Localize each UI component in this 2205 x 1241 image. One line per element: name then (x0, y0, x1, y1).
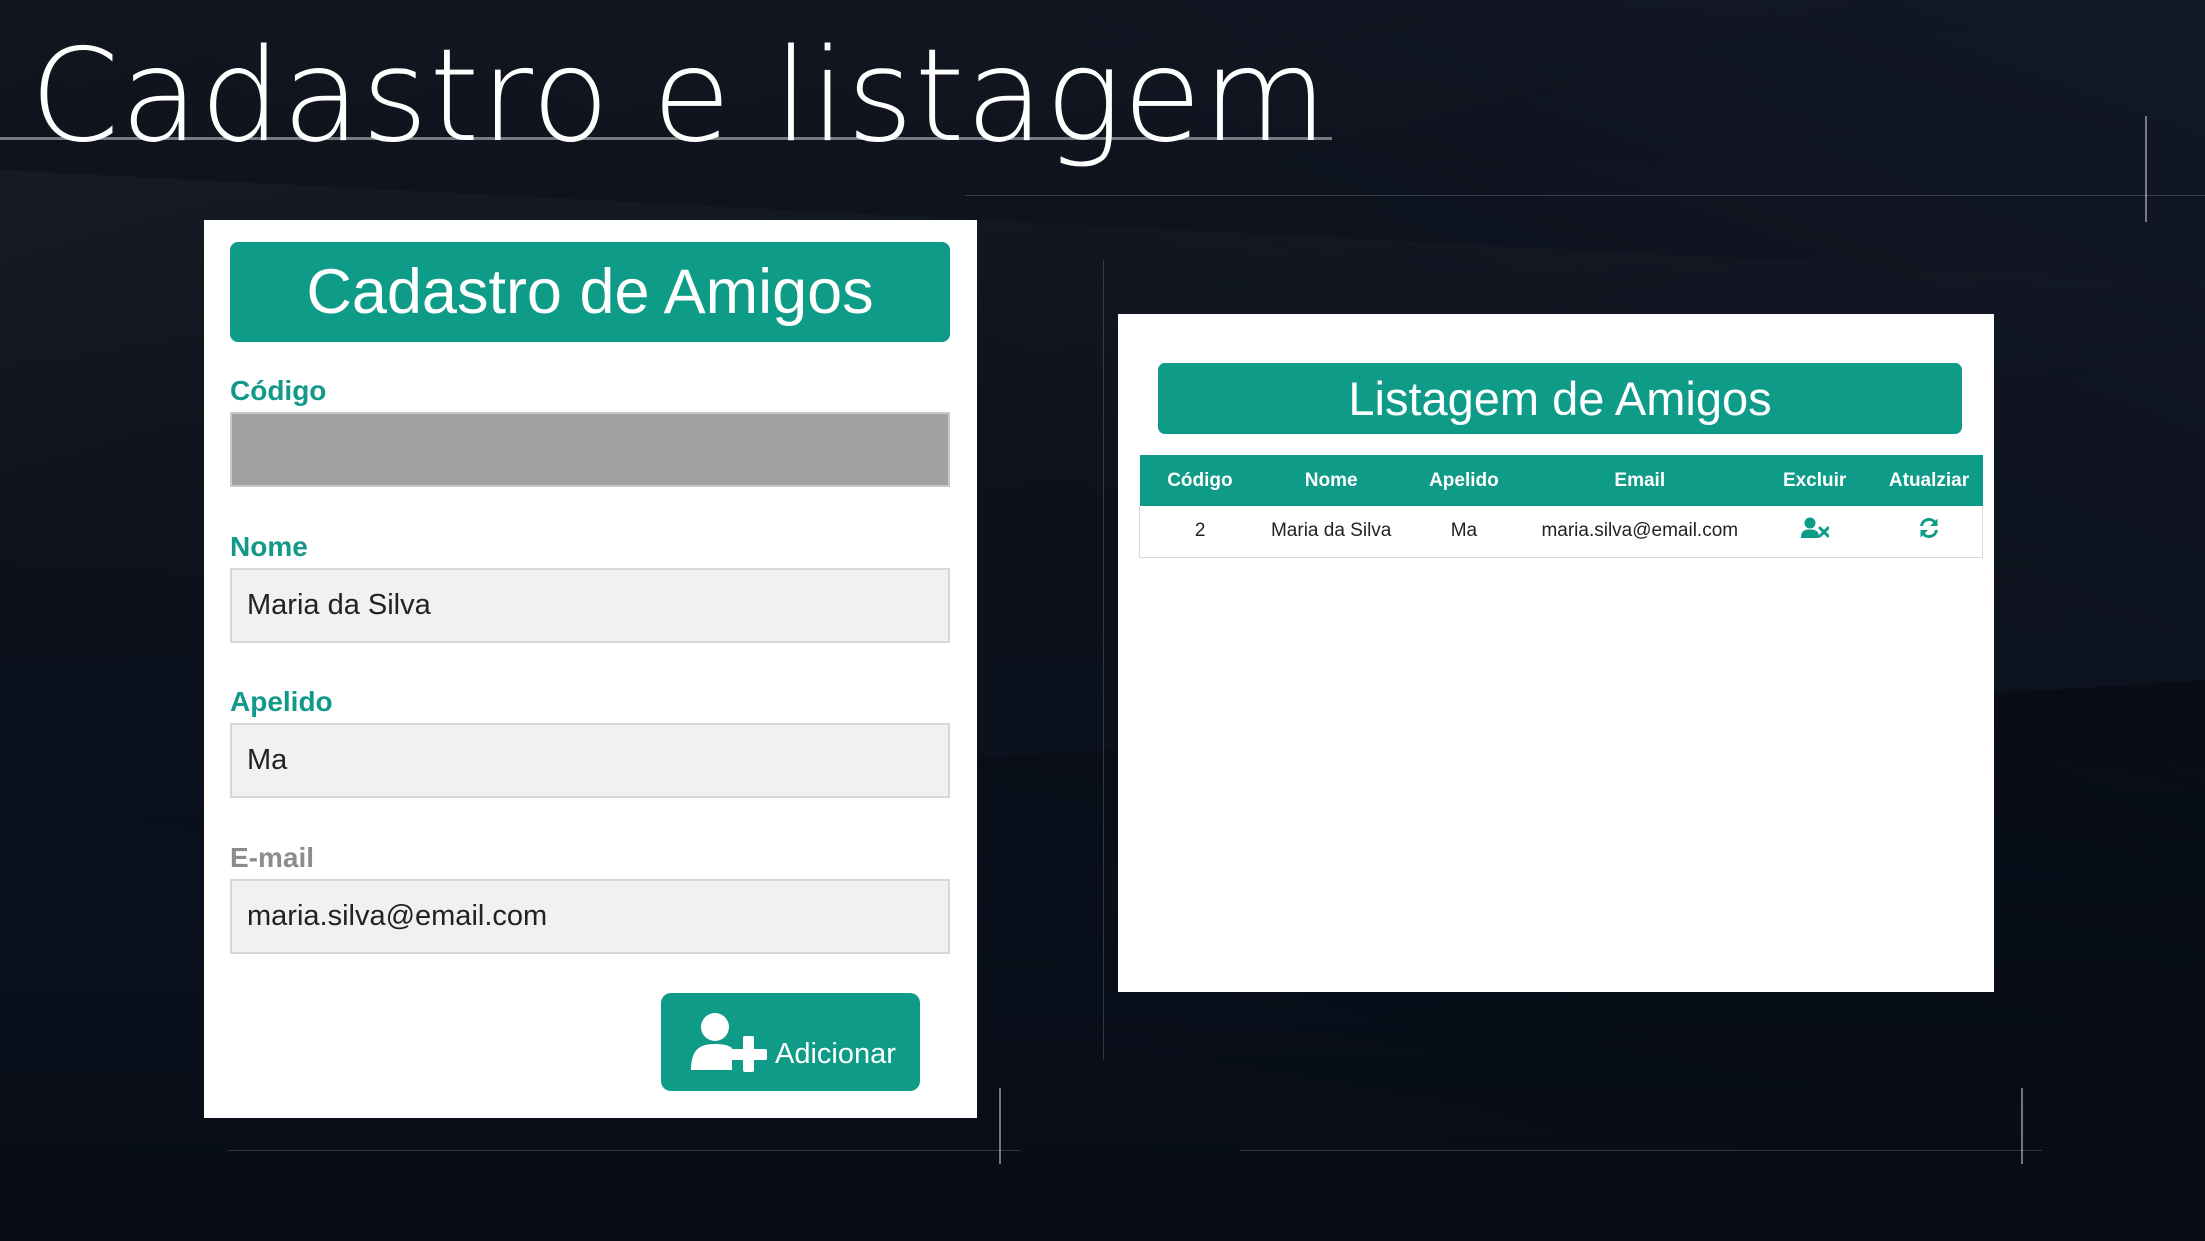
column-header-excluir: Excluir (1753, 455, 1876, 506)
nome-label: Nome (230, 531, 308, 562)
column-header-codigo: Código (1139, 455, 1261, 506)
user-times-icon[interactable] (1800, 517, 1830, 545)
column-header-nome: Nome (1260, 455, 1403, 506)
friends-table: Código Nome Apelido Email Excluir Atualz… (1139, 455, 1983, 558)
codigo-label: Código (230, 375, 327, 406)
email-label: E-mail (230, 842, 315, 873)
friend-list-panel: Listagem de Amigos Código Nome Apelido E… (1118, 314, 1994, 992)
nome-field[interactable] (230, 568, 950, 643)
apelido-field[interactable] (230, 723, 950, 798)
decor-tick-bottom-right (2021, 1088, 2023, 1164)
add-button[interactable]: Adicionar (661, 993, 920, 1091)
column-header-atualizar: Atualziar (1875, 455, 1983, 506)
refresh-icon[interactable] (1918, 517, 1940, 545)
user-plus-icon (689, 1010, 769, 1072)
cell-nome: Maria da Silva (1260, 506, 1403, 558)
table-header-row: Código Nome Apelido Email Excluir Atualz… (1139, 455, 1983, 506)
apelido-label: Apelido (230, 686, 333, 717)
list-header: Listagem de Amigos (1158, 363, 1962, 434)
cell-excluir (1753, 506, 1876, 558)
table-row: 2 Maria da Silva Ma maria.silva@email.co… (1139, 506, 1983, 558)
decor-line-bottom-right (1240, 1150, 2042, 1151)
cell-email: maria.silva@email.com (1525, 506, 1754, 558)
cell-apelido: Ma (1402, 506, 1526, 558)
decor-line-top-right (965, 195, 2205, 196)
slide-title: Cadastro e listagem (30, 22, 1329, 171)
column-header-email: Email (1525, 455, 1754, 506)
friend-form-panel: Cadastro de Amigos Código Nome Apelido E… (204, 220, 977, 1118)
form-header: Cadastro de Amigos (230, 242, 950, 342)
add-button-label: Adicionar (775, 1038, 896, 1070)
email-field[interactable] (230, 879, 950, 954)
cell-codigo: 2 (1139, 506, 1261, 558)
decor-tick-bottom-left (999, 1088, 1001, 1164)
decor-line-middle-vertical (1103, 260, 1104, 1060)
cell-atualizar (1875, 506, 1983, 558)
column-header-apelido: Apelido (1402, 455, 1526, 506)
decor-line-bottom-left (228, 1150, 1020, 1151)
decor-tick-top-right (2145, 116, 2147, 222)
codigo-field[interactable] (230, 412, 950, 487)
